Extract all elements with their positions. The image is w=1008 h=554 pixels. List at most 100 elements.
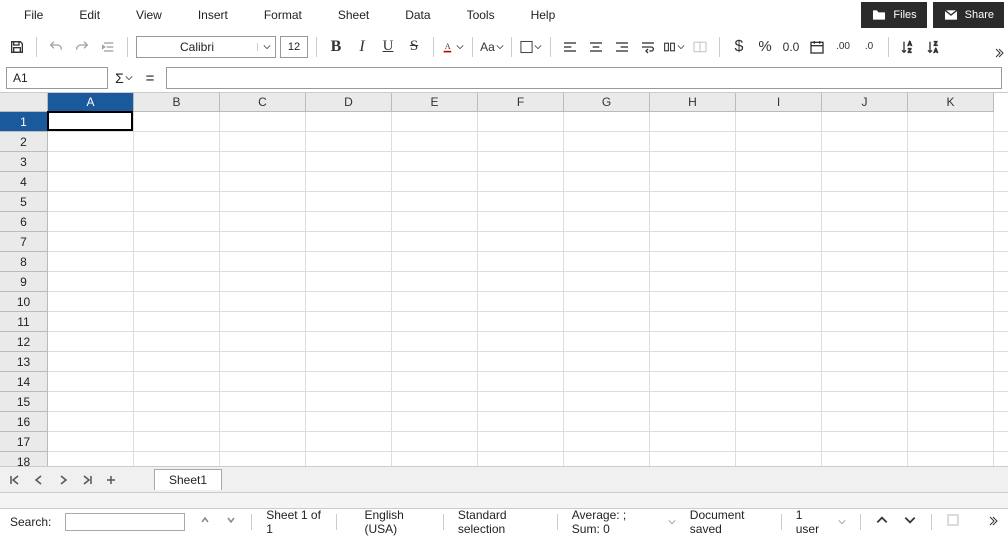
next-sheet-button[interactable]	[52, 469, 74, 491]
language-status[interactable]: English (USA)	[364, 508, 429, 536]
cell[interactable]	[822, 352, 908, 372]
cell[interactable]	[478, 212, 564, 232]
cell[interactable]	[908, 212, 994, 232]
cell[interactable]	[134, 132, 220, 152]
cell[interactable]	[994, 372, 1008, 392]
cell[interactable]	[478, 372, 564, 392]
cell[interactable]	[736, 192, 822, 212]
menu-item-file[interactable]: File	[6, 3, 61, 27]
cell[interactable]	[908, 152, 994, 172]
cell[interactable]	[48, 192, 134, 212]
cell[interactable]	[994, 452, 1008, 466]
undo-button[interactable]	[45, 36, 67, 58]
cell[interactable]	[134, 192, 220, 212]
cell[interactable]	[134, 452, 220, 466]
cell[interactable]	[392, 192, 478, 212]
cell[interactable]	[650, 172, 736, 192]
cell[interactable]	[220, 412, 306, 432]
cell[interactable]	[478, 272, 564, 292]
cell[interactable]	[736, 412, 822, 432]
cell[interactable]	[220, 132, 306, 152]
cell[interactable]	[306, 112, 392, 132]
row-header[interactable]: 5	[0, 192, 48, 212]
cell[interactable]	[306, 412, 392, 432]
cell[interactable]	[822, 412, 908, 432]
cell[interactable]	[564, 172, 650, 192]
cell[interactable]	[994, 212, 1008, 232]
formula-input[interactable]	[166, 67, 1002, 89]
cell[interactable]	[48, 372, 134, 392]
cell[interactable]	[736, 232, 822, 252]
column-header[interactable]: D	[306, 93, 392, 112]
cell[interactable]	[564, 432, 650, 452]
row-header[interactable]: 7	[0, 232, 48, 252]
selection-mode[interactable]: Standard selection	[458, 508, 543, 536]
cell[interactable]	[736, 372, 822, 392]
cell[interactable]	[220, 292, 306, 312]
cell[interactable]	[822, 332, 908, 352]
cell[interactable]	[822, 392, 908, 412]
cell[interactable]	[134, 412, 220, 432]
cell[interactable]	[994, 172, 1008, 192]
last-sheet-button[interactable]	[76, 469, 98, 491]
cell[interactable]	[478, 132, 564, 152]
cell[interactable]	[306, 232, 392, 252]
menu-item-edit[interactable]: Edit	[61, 3, 118, 27]
cell[interactable]	[478, 172, 564, 192]
add-sheet-button[interactable]	[100, 469, 122, 491]
cell[interactable]	[478, 112, 564, 132]
cell[interactable]	[650, 412, 736, 432]
cell[interactable]	[306, 152, 392, 172]
cell[interactable]	[736, 332, 822, 352]
row-header[interactable]: 2	[0, 132, 48, 152]
cell[interactable]	[306, 452, 392, 466]
cell[interactable]	[564, 112, 650, 132]
menu-item-tools[interactable]: Tools	[449, 3, 513, 27]
cell[interactable]	[564, 212, 650, 232]
cell[interactable]	[48, 432, 134, 452]
bold-button[interactable]: B	[325, 36, 347, 58]
cell[interactable]	[650, 252, 736, 272]
cell[interactable]	[822, 172, 908, 192]
row-header[interactable]: 15	[0, 392, 48, 412]
cell[interactable]	[134, 252, 220, 272]
cell[interactable]	[220, 352, 306, 372]
cell[interactable]	[306, 252, 392, 272]
cell[interactable]	[478, 432, 564, 452]
column-header[interactable]: C	[220, 93, 306, 112]
prev-sheet-button[interactable]	[28, 469, 50, 491]
menu-item-view[interactable]: View	[118, 3, 180, 27]
row-header[interactable]: 4	[0, 172, 48, 192]
cell[interactable]	[220, 392, 306, 412]
cell[interactable]	[134, 292, 220, 312]
cell[interactable]	[908, 312, 994, 332]
cell[interactable]	[48, 272, 134, 292]
cell[interactable]	[48, 252, 134, 272]
cell[interactable]	[736, 172, 822, 192]
number-button[interactable]: 0.0	[780, 36, 802, 58]
cell[interactable]	[736, 432, 822, 452]
cell[interactable]	[822, 132, 908, 152]
cell[interactable]	[478, 292, 564, 312]
cell[interactable]	[220, 332, 306, 352]
row-header[interactable]: 16	[0, 412, 48, 432]
sort-asc-button[interactable]: AZ	[897, 36, 919, 58]
italic-button[interactable]: I	[351, 36, 373, 58]
cell[interactable]	[478, 252, 564, 272]
cell[interactable]	[392, 352, 478, 372]
cell[interactable]	[908, 232, 994, 252]
cell[interactable]	[994, 292, 1008, 312]
name-box[interactable]: A1	[6, 67, 108, 89]
column-header[interactable]: A	[48, 93, 134, 112]
cell[interactable]	[134, 232, 220, 252]
cell[interactable]	[392, 232, 478, 252]
cell[interactable]	[134, 352, 220, 372]
cell[interactable]	[736, 352, 822, 372]
fill-color-button[interactable]	[520, 36, 542, 58]
cell[interactable]	[478, 312, 564, 332]
cell[interactable]	[822, 232, 908, 252]
cell[interactable]	[220, 212, 306, 232]
cell[interactable]	[306, 312, 392, 332]
remove-decimal-button[interactable]: .0	[858, 36, 880, 58]
row-header[interactable]: 12	[0, 332, 48, 352]
